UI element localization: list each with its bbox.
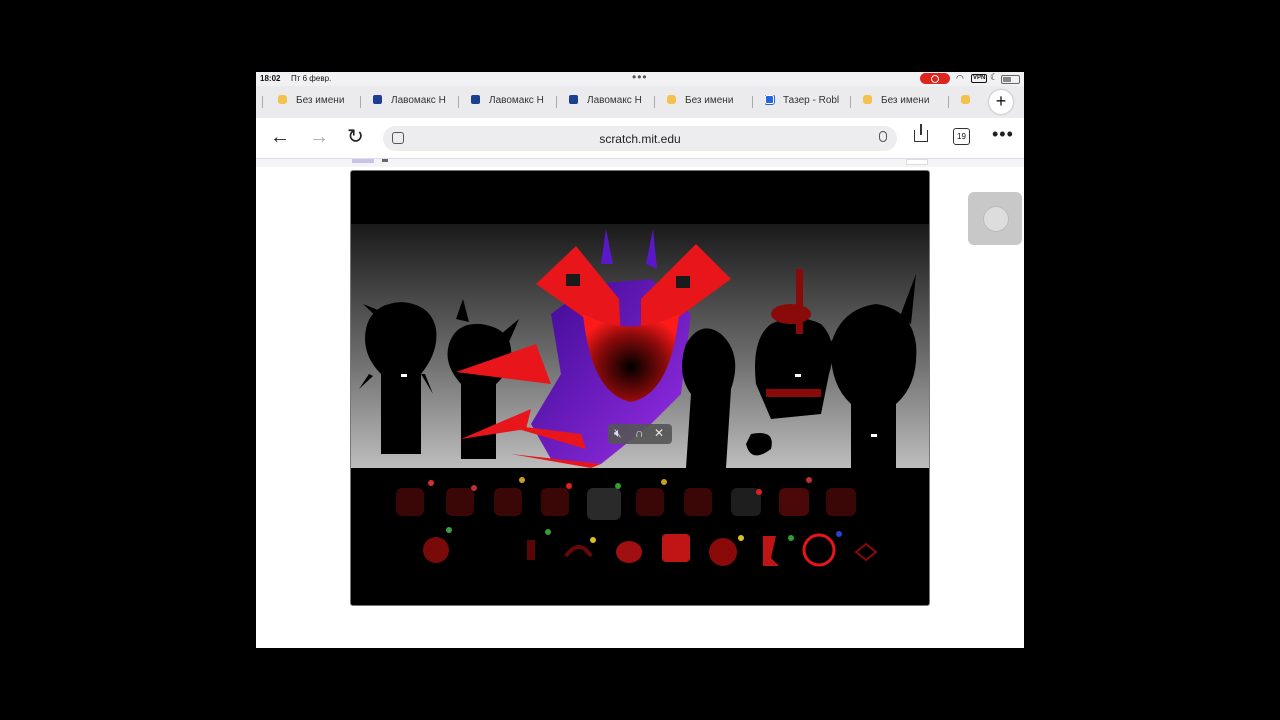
clock: 18:02 [260, 74, 281, 83]
tab-label: Без имени [881, 95, 930, 106]
roblox-icon [765, 95, 774, 104]
page-header-strip [256, 158, 1024, 167]
tab-count-button[interactable]: 19 [953, 128, 970, 145]
sound-icon-16[interactable] [709, 538, 737, 566]
focus-moon-icon: ☾ [990, 72, 999, 82]
tab-label: Без имени [685, 95, 734, 106]
page-header-control [906, 159, 928, 165]
tab-8[interactable] [961, 95, 981, 109]
tab-separator [752, 96, 753, 108]
share-icon[interactable] [914, 124, 928, 142]
microphone-icon[interactable] [879, 131, 887, 142]
new-tab-button[interactable]: + [989, 90, 1013, 114]
tab-6[interactable]: Тазер - Robl [765, 95, 843, 109]
sound-icon-4[interactable] [541, 488, 569, 516]
tab-label: Лавомакс Н [391, 95, 446, 106]
vpn-badge: VPN [971, 74, 988, 83]
url-field[interactable]: scratch.mit.edu [383, 126, 897, 151]
forward-arrow-icon[interactable]: → [309, 127, 329, 147]
tab-separator [556, 96, 557, 108]
sound-icon-15[interactable] [662, 534, 690, 562]
more-options-icon[interactable]: ••• [992, 124, 1014, 145]
tab-label: Лавомакс Н [489, 95, 544, 106]
yellow-doc-icon [961, 95, 970, 104]
sound-icon-11[interactable] [423, 537, 449, 563]
tab-separator [850, 96, 851, 108]
yellow-doc-icon [863, 95, 872, 104]
tab-separator [654, 96, 655, 108]
sound-icon-5[interactable] [587, 488, 621, 520]
scratch-project-icon [569, 95, 578, 104]
sound-icon-palette[interactable] [351, 468, 929, 605]
multitask-dots-icon[interactable]: ••• [632, 72, 648, 84]
sound-icon-1[interactable] [396, 488, 424, 516]
creature-eye-left [566, 274, 580, 286]
tab-3[interactable]: Лавомакс Н [471, 95, 549, 109]
yellow-doc-icon [667, 95, 676, 104]
tab-label: Лавомакс Н [587, 95, 642, 106]
tab-separator [948, 96, 949, 108]
sound-icon-7[interactable] [684, 488, 712, 516]
tab-4[interactable]: Лавомакс Н [569, 95, 647, 109]
scratch-project-icon [471, 95, 480, 104]
sound-icon-6[interactable] [636, 488, 664, 516]
tab-1[interactable]: Без имени [278, 95, 356, 109]
audio-controls[interactable]: 🔇︎ ∩ ✕ [608, 424, 672, 444]
creature-eye-right [676, 276, 690, 288]
reload-icon[interactable]: ↻ [347, 127, 364, 147]
tab-label: Тазер - Robl [783, 95, 840, 106]
page-header-mark [382, 159, 388, 162]
address-bar: ← → ↻ scratch.mit.edu 19 ••• [256, 118, 1024, 158]
tab-separator [262, 96, 263, 108]
sound-icon-12[interactable] [527, 540, 535, 560]
tab-2[interactable]: Лавомакс Н [373, 95, 451, 109]
scratch-project-icon [373, 95, 382, 104]
sound-icon-14[interactable] [616, 541, 642, 563]
back-arrow-icon[interactable]: ← [270, 127, 290, 147]
tab-separator [458, 96, 459, 108]
tab-5[interactable]: Без имени [667, 95, 745, 109]
mute-icon[interactable]: 🔇︎ [614, 426, 622, 441]
sound-icon-9[interactable] [779, 488, 809, 516]
headphones-icon[interactable]: ∩ [635, 426, 644, 440]
sound-icon-3[interactable] [494, 488, 522, 516]
yellow-doc-icon [278, 95, 287, 104]
tab-7[interactable]: Без имени [863, 95, 941, 109]
date: Пт 6 февр. [291, 74, 332, 83]
wifi-icon: ◠ [956, 73, 964, 83]
tab-separator [360, 96, 361, 108]
close-icon[interactable]: ✕ [654, 426, 664, 440]
battery-icon [1001, 75, 1020, 84]
sound-icon-10[interactable] [826, 488, 856, 516]
tablet-screen: 18:02 Пт 6 февр. ••• ◠ VPN ☾ Без имени Л… [256, 72, 1024, 648]
page-header-tab [352, 159, 374, 163]
sound-icon-2[interactable] [446, 488, 474, 516]
scratch-stage[interactable]: 🔇︎ ∩ ✕ [350, 170, 930, 606]
url-text[interactable]: scratch.mit.edu [383, 132, 897, 146]
tab-label: Без имени [296, 95, 345, 106]
tab-strip: Без имени Лавомакс Н Лавомакс Н Лавомакс… [256, 86, 1024, 118]
status-bar: 18:02 Пт 6 февр. ••• ◠ VPN ☾ [256, 72, 1024, 86]
screen-recording-icon[interactable] [920, 73, 950, 84]
assistive-touch-button[interactable] [968, 192, 1022, 245]
